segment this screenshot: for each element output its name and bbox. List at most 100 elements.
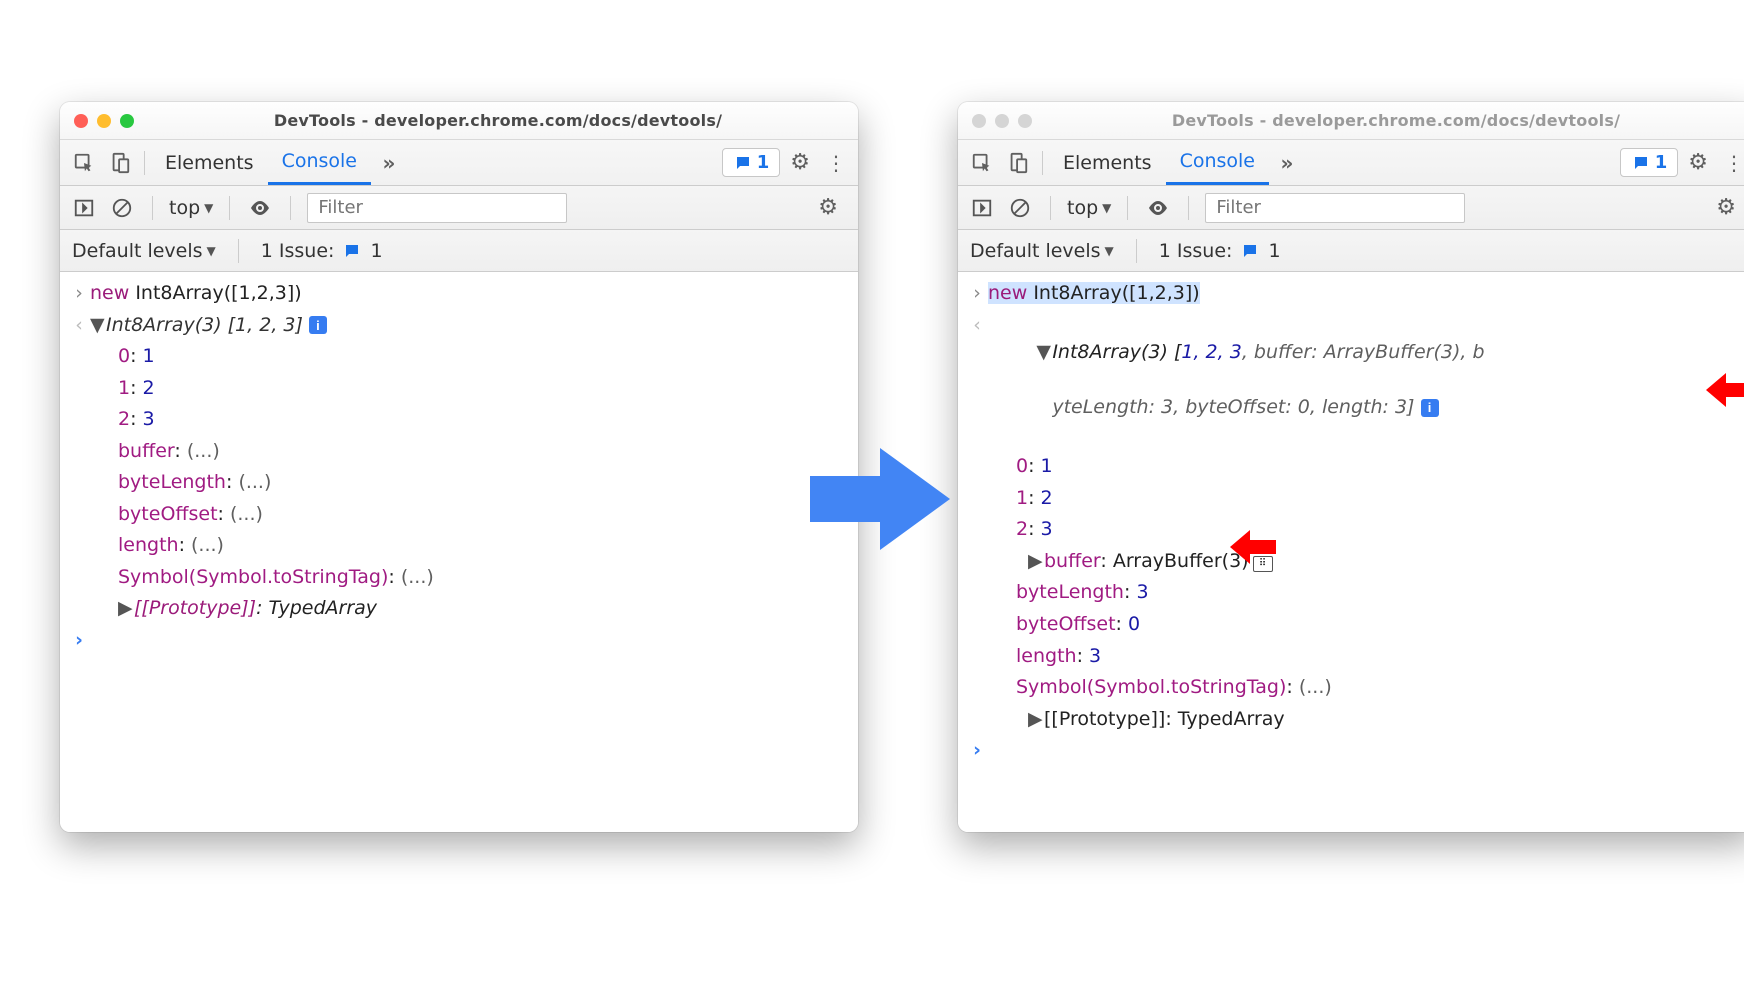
gear-icon[interactable]: ⚙	[790, 150, 810, 175]
transition-arrow-icon	[810, 444, 950, 554]
prop-row-buffer[interactable]: ▶buffer: ArrayBuffer(3)⠿	[958, 546, 1744, 578]
prompt-icon: ›	[68, 627, 90, 655]
zoom-icon[interactable]	[120, 114, 134, 128]
separator	[1188, 196, 1189, 220]
disclosure-closed-icon[interactable]: ▶	[1028, 706, 1040, 734]
levels-row: Default levels ▼ 1 Issue: 1	[60, 230, 858, 272]
prop-row[interactable]: 2: 3	[60, 404, 858, 436]
kebab-icon[interactable]: ⋮	[1724, 151, 1744, 175]
filter-input[interactable]	[1205, 193, 1465, 223]
traffic-lights	[972, 114, 1032, 128]
prop-row[interactable]: 0: 1	[60, 341, 858, 373]
prop-row[interactable]: 1: 2	[958, 483, 1744, 515]
minimize-icon[interactable]	[995, 114, 1009, 128]
console-prompt-row[interactable]: ›	[958, 735, 1744, 767]
titlebar[interactable]: DevTools - developer.chrome.com/docs/dev…	[60, 102, 858, 140]
devtools-tabrow: Elements Console » 1 ⚙ ⋮	[60, 140, 858, 186]
levels-selector[interactable]: Default levels ▼	[72, 240, 216, 262]
sidebar-toggle-icon[interactable]	[70, 194, 98, 222]
window-title: DevTools - developer.chrome.com/docs/dev…	[152, 111, 844, 130]
console-output: › new Int8Array([1,2,3]) ‹ ▼Int8Array(3)…	[958, 272, 1744, 832]
separator	[229, 196, 230, 220]
disclosure-open-icon[interactable]: ▼	[90, 312, 102, 340]
separator	[238, 239, 239, 263]
separator	[144, 151, 145, 175]
disclosure-open-icon[interactable]: ▼	[1036, 339, 1048, 367]
console-prompt-row[interactable]: ›	[60, 625, 858, 657]
prop-row[interactable]: ▶[[Prototype]]: TypedArray	[60, 593, 858, 625]
prompt-icon: ›	[966, 737, 988, 765]
prop-row[interactable]: buffer: (...)	[60, 436, 858, 468]
device-icon[interactable]	[102, 148, 138, 178]
clear-icon[interactable]	[1006, 194, 1034, 222]
console-settings-icon[interactable]: ⚙	[818, 195, 838, 220]
sidebar-toggle-icon[interactable]	[968, 194, 996, 222]
live-expression-icon[interactable]	[1144, 194, 1172, 222]
disclosure-closed-icon[interactable]: ▶	[1028, 548, 1040, 576]
tab-console[interactable]: Console	[268, 140, 371, 185]
minimize-icon[interactable]	[97, 114, 111, 128]
prop-row[interactable]: 1: 2	[60, 373, 858, 405]
prop-row[interactable]: 2: 3	[958, 514, 1744, 546]
close-icon[interactable]	[74, 114, 88, 128]
console-settings-icon[interactable]: ⚙	[1716, 195, 1736, 220]
console-input-row: › new Int8Array([1,2,3])	[60, 278, 858, 310]
prop-row[interactable]: byteOffset: (...)	[60, 499, 858, 531]
result-summary: ▼Int8Array(3) [1, 2, 3] i	[90, 312, 850, 340]
console-toolbar: top ▼ ⚙	[60, 186, 858, 230]
levels-selector[interactable]: Default levels ▼	[970, 240, 1114, 262]
titlebar[interactable]: DevTools - developer.chrome.com/docs/dev…	[958, 102, 1744, 140]
more-tabs-icon[interactable]: »	[1269, 148, 1305, 178]
info-badge-icon[interactable]: i	[309, 316, 327, 334]
separator	[152, 196, 153, 220]
separator	[1127, 196, 1128, 220]
prop-row[interactable]: length: 3	[958, 641, 1744, 673]
console-output: › new Int8Array([1,2,3]) ‹ ▼Int8Array(3)…	[60, 272, 858, 832]
close-icon[interactable]	[972, 114, 986, 128]
filter-input[interactable]	[307, 193, 567, 223]
prop-row[interactable]: length: (...)	[60, 530, 858, 562]
prop-row[interactable]: byteLength: (...)	[60, 467, 858, 499]
window-title: DevTools - developer.chrome.com/docs/dev…	[1050, 111, 1742, 130]
tab-console[interactable]: Console	[1166, 140, 1269, 185]
chevron-down-icon: ▼	[204, 201, 213, 215]
console-result-row[interactable]: ‹ ▼Int8Array(3) [1, 2, 3] i	[60, 310, 858, 342]
issue-indicator[interactable]: 1 Issue: 1	[261, 240, 383, 262]
devtools-window-after: DevTools - developer.chrome.com/docs/dev…	[958, 102, 1744, 832]
issue-indicator[interactable]: 1 Issue: 1	[1159, 240, 1281, 262]
prop-row[interactable]: Symbol(Symbol.toStringTag): (...)	[958, 672, 1744, 704]
inspect-icon[interactable]	[66, 148, 102, 178]
disclosure-closed-icon[interactable]: ▶	[118, 595, 130, 623]
separator	[1042, 151, 1043, 175]
issues-count: 1	[757, 152, 770, 173]
devtools-window-before: DevTools - developer.chrome.com/docs/dev…	[60, 102, 858, 832]
issues-count: 1	[1655, 152, 1668, 173]
device-icon[interactable]	[1000, 148, 1036, 178]
issues-pill[interactable]: 1	[1620, 148, 1679, 177]
context-selector[interactable]: top ▼	[169, 197, 213, 219]
prop-row[interactable]: ▶[[Prototype]]: TypedArray	[958, 704, 1744, 736]
tab-elements[interactable]: Elements	[1049, 140, 1166, 185]
gear-icon[interactable]: ⚙	[1688, 150, 1708, 175]
inspect-icon[interactable]	[964, 148, 1000, 178]
info-badge-icon[interactable]: i	[1421, 399, 1439, 417]
clear-icon[interactable]	[108, 194, 136, 222]
live-expression-icon[interactable]	[246, 194, 274, 222]
context-selector[interactable]: top ▼	[1067, 197, 1111, 219]
issue-label: 1 Issue:	[261, 240, 335, 262]
tab-elements[interactable]: Elements	[151, 140, 268, 185]
prop-row[interactable]: Symbol(Symbol.toStringTag): (...)	[60, 562, 858, 594]
console-toolbar: top ▼ ⚙	[958, 186, 1744, 230]
prop-row[interactable]: byteOffset: 0	[958, 609, 1744, 641]
issues-pill[interactable]: 1	[722, 148, 781, 177]
prop-row[interactable]: byteLength: 3	[958, 577, 1744, 609]
callout-arrow-icon	[1230, 530, 1276, 564]
zoom-icon[interactable]	[1018, 114, 1032, 128]
prop-row[interactable]: 0: 1	[958, 451, 1744, 483]
result-icon: ‹	[966, 312, 988, 340]
console-result-row[interactable]: ‹ ▼Int8Array(3) [1, 2, 3, buffer: ArrayB…	[958, 310, 1744, 452]
more-tabs-icon[interactable]: »	[371, 148, 407, 178]
prompt-icon: ›	[966, 280, 988, 308]
chat-icon	[1240, 242, 1260, 260]
kebab-icon[interactable]: ⋮	[826, 151, 846, 175]
